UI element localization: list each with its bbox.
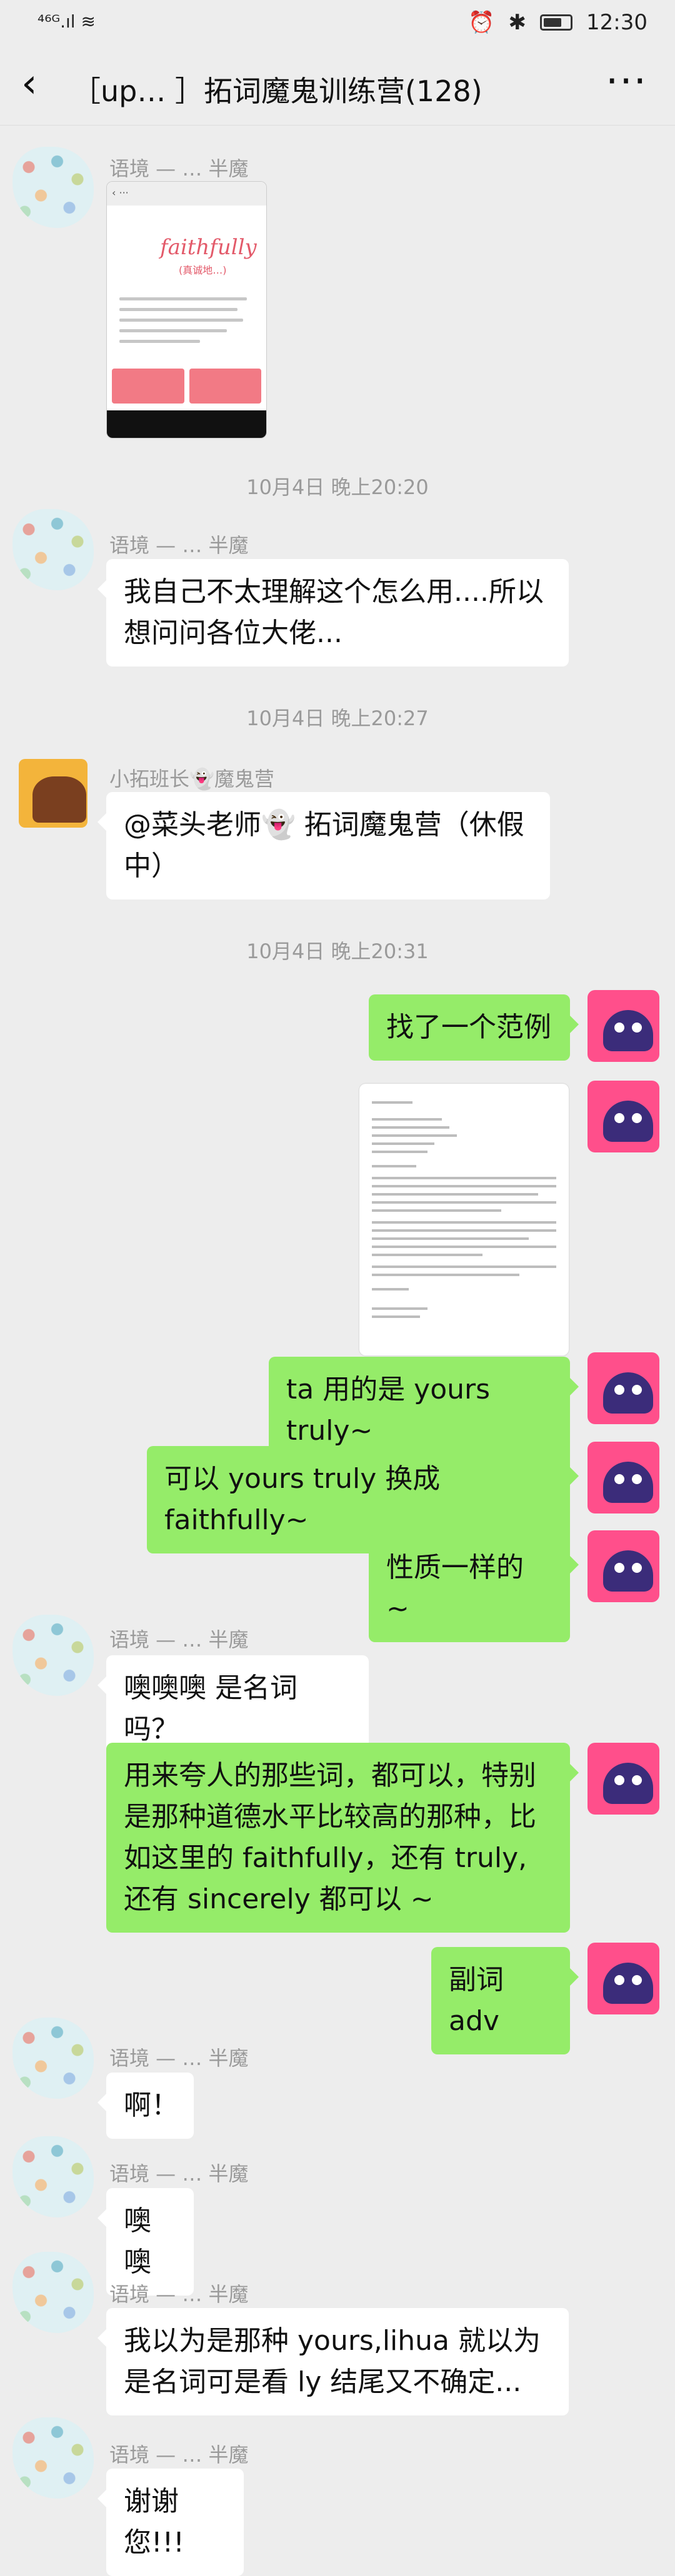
image-buttons (112, 369, 261, 404)
sender-name: 语境 — … 半魔 (109, 2162, 249, 2186)
alarm-icon: ⏰ (468, 10, 495, 35)
more-icon[interactable]: ··· (606, 59, 648, 105)
letter-text (359, 1084, 569, 1341)
chat-header: ‹ ［up… ］拓词魔鬼训练营(128) ··· (0, 50, 675, 126)
signal-icon: ⁴⁶ᴳ.ıl ≋ (38, 11, 96, 32)
timestamp: 10月4日 晚上20:27 (246, 706, 429, 730)
timestamp: 10月4日 晚上20:31 (246, 939, 429, 963)
avatar[interactable] (588, 1743, 659, 1815)
avatar[interactable] (588, 1530, 659, 1602)
image-word: faithfully (160, 235, 257, 260)
bluetooth-icon: ✱ (508, 10, 527, 35)
sender-name: 语境 — … 半魔 (109, 2282, 249, 2306)
chat-title: ［up… ］拓词魔鬼训练营(128) (72, 74, 482, 108)
status-icons: ⏰ ✱ 12:30 (468, 10, 648, 35)
clock: 12:30 (586, 10, 648, 35)
message-bubble[interactable]: @菜头老师👻 拓词魔鬼营（休假中） (98, 792, 550, 899)
image-text-lines (119, 297, 254, 350)
avatar[interactable] (588, 1442, 659, 1513)
status-bar: ⁴⁶ᴳ.ıl ≋ ⏰ ✱ 12:30 (0, 0, 675, 50)
avatar[interactable] (588, 1943, 659, 2014)
message-bubble[interactable]: 啊！ (98, 2073, 194, 2139)
avatar[interactable] (12, 509, 94, 590)
avatar[interactable] (588, 1081, 659, 1152)
avatar[interactable] (12, 2136, 94, 2217)
sender-name: 语境 — … 半魔 (109, 533, 249, 557)
sender-name: 语境 — … 半魔 (109, 1628, 249, 1652)
sender-name: 语境 — … 半魔 (109, 2443, 249, 2467)
sender-name: 语境 — … 半魔 (109, 2046, 249, 2070)
avatar[interactable] (12, 2417, 94, 2499)
image-message[interactable]: ‹ ··· faithfully (真诚地…) (106, 181, 267, 438)
avatar[interactable] (588, 1352, 659, 1424)
avatar[interactable] (588, 990, 659, 1062)
image-message[interactable] (359, 1084, 569, 1355)
image-status-bar: ‹ ··· (107, 182, 266, 206)
message-bubble[interactable]: 性质一样的 ~ (369, 1535, 579, 1642)
sender-name: 语境 — … 半魔 (109, 157, 249, 181)
message-bubble[interactable]: 找了一个范例 (369, 994, 579, 1061)
image-subtitle: (真诚地…) (179, 264, 227, 276)
avatar[interactable] (12, 1615, 94, 1696)
battery-icon (540, 14, 573, 31)
message-bubble[interactable]: 我以为是那种 yours,lihua 就以为是名词可是看 ly 结尾又不确定..… (98, 2308, 569, 2415)
timestamp: 10月4日 晚上20:20 (246, 475, 429, 499)
back-icon[interactable]: ‹ (21, 64, 38, 104)
message-bubble[interactable]: 用来夸人的那些词，都可以，特别是那种道德水平比较高的那种，比如这里的 faith… (106, 1743, 579, 1933)
message-bubble[interactable]: 我自己不太理解这个怎么用....所以想问问各位大佬... (98, 559, 569, 666)
avatar[interactable] (12, 2018, 94, 2099)
avatar[interactable] (12, 147, 94, 228)
avatar[interactable] (19, 759, 88, 828)
message-bubble[interactable]: 谢谢您!!! (98, 2469, 244, 2576)
message-bubble[interactable]: 副词 adv (431, 1947, 579, 2054)
image-nav (107, 410, 266, 438)
avatar[interactable] (12, 2252, 94, 2333)
sender-name: 小拓班长👻魔鬼营 (109, 767, 274, 791)
